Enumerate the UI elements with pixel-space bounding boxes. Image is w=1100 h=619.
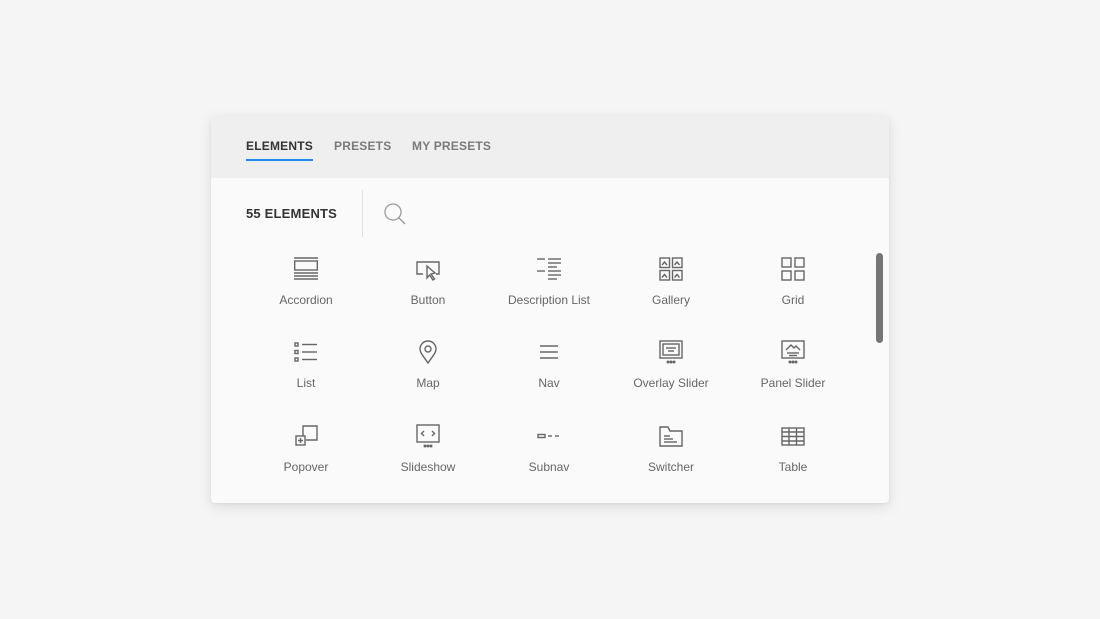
element-description-list[interactable]: Description List: [489, 253, 609, 323]
element-slideshow[interactable]: Slideshow: [368, 420, 488, 490]
tab-my-presets[interactable]: MY PRESETS: [412, 139, 491, 153]
element-list[interactable]: List: [246, 336, 366, 406]
element-grid[interactable]: Grid: [733, 253, 853, 323]
map-pin-icon: [419, 340, 437, 364]
overlay-slider-icon: [659, 340, 683, 364]
button-icon: [416, 261, 440, 281]
grid-icon: [781, 257, 805, 281]
table-icon: [781, 427, 805, 446]
tab-elements[interactable]: ELEMENTS: [246, 139, 313, 161]
elements-panel: ELEMENTS PRESETS MY PRESETS 55 ELEMENTS …: [211, 116, 889, 503]
element-overlay-slider[interactable]: Overlay Slider: [611, 336, 731, 406]
panel-slider-icon: [781, 340, 805, 364]
element-nav[interactable]: Nav: [489, 336, 609, 406]
element-map[interactable]: Map: [368, 336, 488, 406]
switcher-icon: [659, 426, 683, 447]
accordion-icon: [294, 257, 318, 280]
element-popover[interactable]: Popover: [246, 420, 366, 490]
popover-icon: [295, 425, 318, 446]
element-accordion[interactable]: Accordion: [246, 253, 366, 323]
gallery-icon: [659, 257, 683, 281]
list-icon: [294, 342, 317, 362]
element-gallery[interactable]: Gallery: [611, 253, 731, 323]
subnav-icon: [537, 433, 559, 439]
slideshow-icon: [416, 424, 440, 448]
divider: [362, 190, 363, 237]
description-list-icon: [537, 258, 561, 280]
search-input[interactable]: [413, 200, 673, 228]
nav-icon: [540, 345, 558, 359]
search-icon[interactable]: [383, 202, 407, 226]
tab-bar: ELEMENTS PRESETS MY PRESETS: [211, 116, 889, 178]
element-count: 55 ELEMENTS: [246, 206, 338, 221]
element-switcher[interactable]: Switcher: [611, 420, 731, 490]
search-box[interactable]: [383, 200, 683, 228]
element-table[interactable]: Table: [733, 420, 853, 490]
element-panel-slider[interactable]: Panel Slider: [733, 336, 853, 406]
tab-presets[interactable]: PRESETS: [334, 139, 391, 153]
element-button[interactable]: Button: [368, 253, 488, 323]
scrollbar-thumb[interactable]: [876, 253, 883, 343]
element-subnav[interactable]: Subnav: [489, 420, 609, 490]
